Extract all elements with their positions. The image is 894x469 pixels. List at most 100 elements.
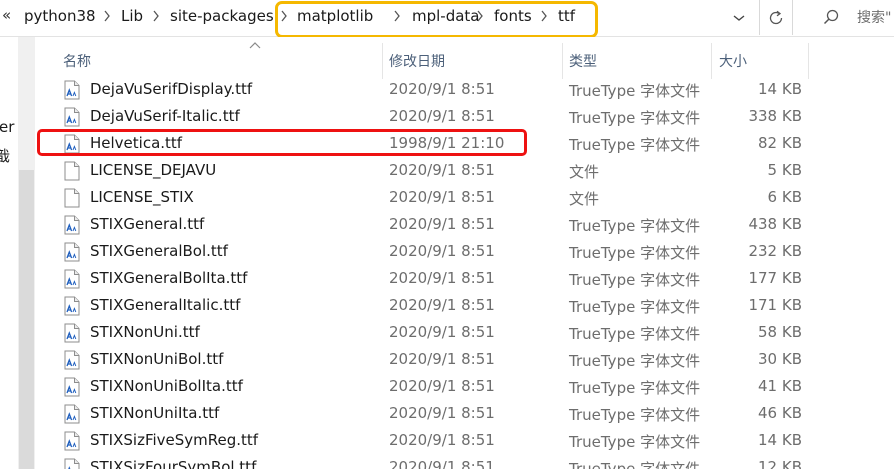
file-row[interactable]: STIXSizFiveSymReg.ttf 2020/9/1 8:51 True… — [36, 427, 894, 454]
font-file-icon — [64, 107, 80, 127]
blank-file-icon — [64, 161, 80, 181]
column-header-type[interactable]: 类型 — [569, 51, 597, 71]
file-row[interactable]: STIXGeneralBol.ttf 2020/9/1 8:51 TrueTyp… — [36, 238, 894, 265]
row-highlight-box — [37, 129, 527, 156]
column-divider[interactable] — [711, 43, 712, 79]
breadcrumb-site-packages[interactable]: site-packages — [170, 7, 274, 25]
address-highlight-box — [275, 1, 598, 38]
search-placeholder: 搜索" — [857, 10, 892, 26]
file-type: TrueType 字体文件 — [569, 406, 701, 424]
file-name: STIXGeneralItalic.ttf — [90, 296, 241, 314]
file-size: 177 KB — [748, 269, 802, 287]
file-row[interactable]: STIXNonUniBol.ttf 2020/9/1 8:51 TrueType… — [36, 346, 894, 373]
font-file-icon — [64, 215, 80, 235]
file-modified-date: 2020/9/1 8:51 — [389, 350, 495, 368]
file-name: LICENSE_STIX — [90, 188, 194, 206]
file-type: TrueType 字体文件 — [569, 379, 701, 397]
font-file-icon — [64, 404, 80, 424]
file-type: TrueType 字体文件 — [569, 109, 701, 127]
file-name: STIXGeneralBol.ttf — [90, 242, 228, 260]
breadcrumb-lib[interactable]: Lib — [121, 7, 143, 25]
column-divider[interactable] — [382, 43, 383, 79]
file-type: 文件 — [569, 163, 600, 181]
file-row[interactable]: LICENSE_STIX 2020/9/1 8:51 文件 6 KB — [36, 184, 894, 211]
file-name: STIXGeneralBolIta.ttf — [90, 269, 248, 287]
file-row[interactable]: STIXNonUniIta.ttf 2020/9/1 8:51 TrueType… — [36, 400, 894, 427]
file-row[interactable]: STIXGeneral.ttf 2020/9/1 8:51 TrueType 字… — [36, 211, 894, 238]
file-modified-date: 2020/9/1 8:51 — [389, 377, 495, 395]
file-name: STIXNonUni.ttf — [90, 323, 200, 341]
font-file-icon — [64, 296, 80, 316]
column-divider[interactable] — [808, 43, 809, 79]
column-header-name[interactable]: 名称 — [63, 51, 91, 71]
file-row[interactable]: STIXGeneralItalic.ttf 2020/9/1 8:51 True… — [36, 292, 894, 319]
search-box[interactable]: 搜索" — [805, 0, 894, 35]
file-type: TrueType 字体文件 — [569, 433, 701, 451]
file-row[interactable]: STIXSizFourSymBol.ttf 2020/9/1 8:51 True… — [36, 454, 894, 469]
file-size: 338 KB — [748, 107, 802, 125]
file-row[interactable]: STIXNonUniBolIta.ttf 2020/9/1 8:51 TrueT… — [36, 373, 894, 400]
nav-pane-scrollbar-thumb[interactable] — [19, 170, 34, 469]
file-name: STIXSizFourSymBol.ttf — [90, 458, 257, 469]
file-size: 232 KB — [748, 242, 802, 260]
nav-item-partial[interactable]: er — [0, 118, 14, 136]
chevron-right-icon[interactable] — [103, 9, 113, 23]
file-type: TrueType 字体文件 — [569, 298, 701, 316]
file-size: 30 KB — [758, 350, 802, 368]
file-type: TrueType 字体文件 — [569, 244, 701, 262]
file-size: 14 KB — [758, 80, 802, 98]
nav-item-partial[interactable]: 戠 — [0, 145, 10, 166]
search-icon — [823, 9, 839, 25]
blank-file-icon — [64, 188, 80, 208]
file-name: STIXNonUniBolIta.ttf — [90, 377, 243, 395]
file-type: TrueType 字体文件 — [569, 325, 701, 343]
file-type: TrueType 字体文件 — [569, 217, 701, 235]
file-size: 5 KB — [767, 161, 802, 179]
file-modified-date: 2020/9/1 8:51 — [389, 215, 495, 233]
file-type: 文件 — [569, 190, 600, 208]
breadcrumb-overflow[interactable]: « — [2, 6, 11, 24]
file-row[interactable]: DejaVuSerif-Italic.ttf 2020/9/1 8:51 Tru… — [36, 103, 894, 130]
column-header-size[interactable]: 大小 — [719, 51, 747, 71]
address-history-dropdown[interactable] — [726, 6, 752, 30]
font-file-icon — [64, 350, 80, 370]
file-modified-date: 2020/9/1 8:51 — [389, 323, 495, 341]
file-modified-date: 2020/9/1 8:51 — [389, 269, 495, 287]
file-modified-date: 2020/9/1 8:51 — [389, 458, 495, 469]
file-size: 46 KB — [758, 404, 802, 422]
file-row[interactable]: STIXNonUni.ttf 2020/9/1 8:51 TrueType 字体… — [36, 319, 894, 346]
file-type: TrueType 字体文件 — [569, 136, 701, 154]
file-name: DejaVuSerif-Italic.ttf — [90, 107, 240, 125]
font-file-icon — [64, 269, 80, 289]
refresh-button[interactable] — [760, 0, 793, 35]
file-modified-date: 2020/9/1 8:51 — [389, 296, 495, 314]
address-bar: « python38 Lib site-packages matplotlib … — [0, 0, 894, 38]
file-type: TrueType 字体文件 — [569, 460, 701, 469]
file-modified-date: 2020/9/1 8:51 — [389, 188, 495, 206]
file-name: LICENSE_DEJAVU — [90, 161, 217, 179]
file-type: TrueType 字体文件 — [569, 271, 701, 289]
file-name: STIXSizFiveSymReg.ttf — [90, 431, 259, 449]
file-type: TrueType 字体文件 — [569, 352, 701, 370]
column-divider[interactable] — [562, 43, 563, 79]
file-name: STIXGeneral.ttf — [90, 215, 205, 233]
file-modified-date: 2020/9/1 8:51 — [389, 242, 495, 260]
column-header-date[interactable]: 修改日期 — [389, 51, 445, 71]
file-modified-date: 2020/9/1 8:51 — [389, 431, 495, 449]
file-row[interactable]: LICENSE_DEJAVU 2020/9/1 8:51 文件 5 KB — [36, 157, 894, 184]
file-row[interactable]: STIXGeneralBolIta.ttf 2020/9/1 8:51 True… — [36, 265, 894, 292]
chevron-right-icon[interactable] — [152, 9, 162, 23]
file-type: TrueType 字体文件 — [569, 82, 701, 100]
chevron-down-icon — [733, 15, 745, 21]
file-modified-date: 2020/9/1 8:51 — [389, 161, 495, 179]
file-row[interactable]: DejaVuSerifDisplay.ttf 2020/9/1 8:51 Tru… — [36, 76, 894, 103]
breadcrumb-python38[interactable]: python38 — [24, 7, 96, 25]
file-size: 171 KB — [748, 296, 802, 314]
file-modified-date: 2020/9/1 8:51 — [389, 80, 495, 98]
font-file-icon — [64, 431, 80, 451]
file-size: 58 KB — [758, 323, 802, 341]
font-file-icon — [64, 80, 80, 100]
font-file-icon — [64, 323, 80, 343]
file-size: 438 KB — [748, 215, 802, 233]
file-size: 41 KB — [758, 377, 802, 395]
